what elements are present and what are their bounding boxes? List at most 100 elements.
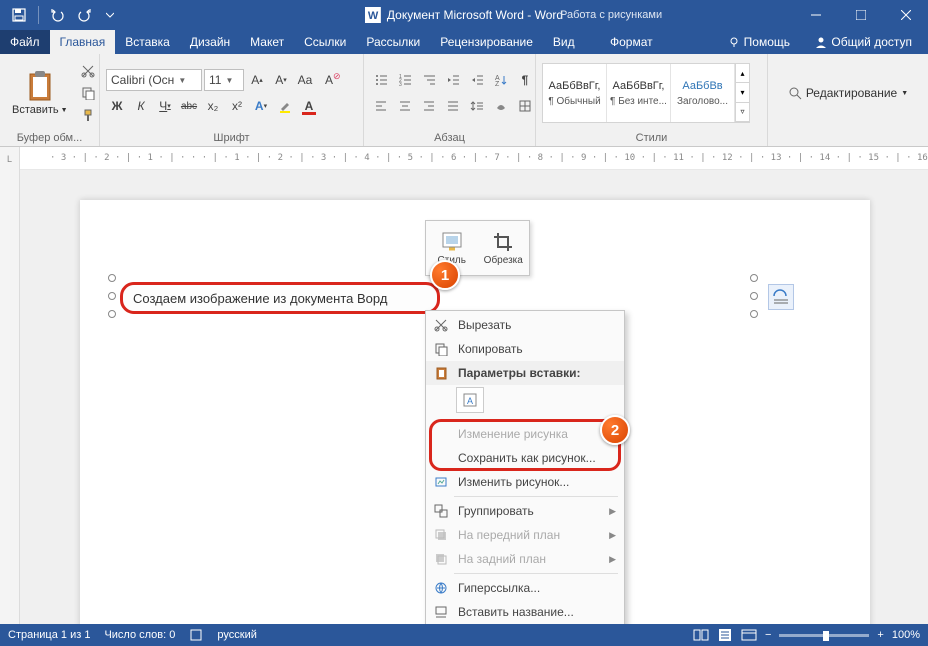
svg-text:Z: Z	[495, 81, 500, 87]
handle-br[interactable]	[750, 310, 758, 318]
font-name-combo[interactable]: Calibri (Осн▼	[106, 69, 202, 91]
align-left-button[interactable]	[370, 95, 392, 117]
zoom-slider[interactable]	[779, 634, 869, 637]
style-normal[interactable]: АаБбВвГг,¶ Обычный	[543, 64, 607, 122]
styles-gallery[interactable]: АаБбВвГг,¶ Обычный АаБбВвГг,¶ Без инте..…	[542, 63, 750, 123]
multilevel-button[interactable]	[418, 69, 440, 91]
highlight-button[interactable]	[274, 95, 296, 117]
save-button[interactable]	[8, 4, 30, 26]
tab-file[interactable]: Файл	[0, 30, 50, 54]
styles-expand[interactable]: ▴▾▿	[735, 64, 749, 122]
zoom-level[interactable]: 100%	[892, 629, 920, 641]
decrease-indent-button[interactable]	[442, 69, 464, 91]
tab-home[interactable]: Главная	[50, 30, 116, 54]
change-case-button[interactable]: Aa	[294, 69, 316, 91]
ctx-group[interactable]: Группировать▶	[426, 499, 624, 523]
zoom-in-button[interactable]: +	[877, 629, 883, 641]
tab-layout[interactable]: Макет	[240, 30, 294, 54]
tab-references[interactable]: Ссылки	[294, 30, 356, 54]
grow-font-button[interactable]: A▴	[246, 69, 268, 91]
tab-format[interactable]: Формат	[600, 30, 663, 54]
qat-customize-button[interactable]	[99, 4, 121, 26]
ruler-vertical[interactable]	[0, 170, 20, 624]
text-effects-button[interactable]: A▾	[250, 95, 272, 117]
group-editing: Редактирование ▼	[768, 54, 928, 146]
ctx-paste-picture[interactable]: A	[456, 387, 484, 413]
web-layout-button[interactable]	[741, 628, 757, 642]
ctx-cut[interactable]: Вырезать	[426, 313, 624, 337]
bold-button[interactable]: Ж	[106, 95, 128, 117]
format-painter-button[interactable]	[78, 105, 98, 125]
status-page[interactable]: Страница 1 из 1	[8, 629, 90, 641]
ctx-insert-caption[interactable]: Вставить название...	[426, 600, 624, 624]
handle-ml[interactable]	[108, 292, 116, 300]
style-heading[interactable]: АаБбВвЗаголово...	[671, 64, 735, 122]
title-text: Документ Microsoft Word - Word	[387, 8, 563, 22]
shrink-font-button[interactable]: A▾	[270, 69, 292, 91]
status-words[interactable]: Число слов: 0	[104, 629, 175, 641]
editing-dropdown[interactable]: Редактирование ▼	[780, 82, 916, 104]
cut-button[interactable]	[78, 61, 98, 81]
bring-front-icon	[434, 528, 448, 542]
tell-me-button[interactable]: Помощь	[720, 30, 798, 54]
clipboard-icon	[25, 70, 55, 102]
undo-button[interactable]	[47, 4, 69, 26]
ctx-change-image[interactable]: Изменить рисунок...	[426, 470, 624, 494]
font-color-button[interactable]: A	[298, 95, 320, 117]
close-button[interactable]	[883, 0, 928, 29]
change-picture-icon	[434, 475, 448, 489]
status-language[interactable]: русский	[217, 629, 256, 641]
handle-mr[interactable]	[750, 292, 758, 300]
sort-button[interactable]: AZ	[490, 69, 512, 91]
spellcheck-icon[interactable]	[189, 628, 203, 642]
borders-button[interactable]	[514, 95, 536, 117]
copy-button[interactable]	[78, 83, 98, 103]
show-marks-button[interactable]: ¶	[514, 69, 536, 91]
strike-button[interactable]: abc	[178, 95, 200, 117]
shading-button[interactable]	[490, 95, 512, 117]
copy-icon	[434, 342, 448, 356]
tab-mailings[interactable]: Рассылки	[356, 30, 430, 54]
mini-crop-button[interactable]: Обрезка	[478, 221, 530, 275]
scissors-icon	[434, 318, 448, 332]
handle-tl[interactable]	[108, 274, 116, 282]
subscript-button[interactable]: x₂	[202, 95, 224, 117]
person-icon	[815, 36, 827, 48]
tab-review[interactable]: Рецензирование	[430, 30, 543, 54]
redo-button[interactable]	[73, 4, 95, 26]
numbering-button[interactable]: 123	[394, 69, 416, 91]
maximize-button[interactable]	[838, 0, 883, 29]
search-icon	[788, 86, 802, 100]
font-size-combo[interactable]: 11▼	[204, 69, 244, 91]
read-mode-button[interactable]	[693, 628, 709, 642]
group-paragraph-label: Абзац	[364, 132, 535, 146]
underline-button[interactable]: Ч▾	[154, 95, 176, 117]
ruler-corner[interactable]: L	[0, 147, 20, 170]
handle-bl[interactable]	[108, 310, 116, 318]
increase-indent-button[interactable]	[466, 69, 488, 91]
tab-design[interactable]: Дизайн	[180, 30, 240, 54]
zoom-out-button[interactable]: −	[765, 629, 771, 641]
minimize-button[interactable]	[793, 0, 838, 29]
handle-tr[interactable]	[750, 274, 758, 282]
tab-insert[interactable]: Вставка	[115, 30, 180, 54]
justify-button[interactable]	[442, 95, 464, 117]
print-layout-button[interactable]	[717, 628, 733, 642]
tab-view[interactable]: Вид	[543, 30, 585, 54]
bullets-button[interactable]	[370, 69, 392, 91]
ctx-hyperlink[interactable]: Гиперссылка...	[426, 576, 624, 600]
align-right-button[interactable]	[418, 95, 440, 117]
group-font: Calibri (Осн▼ 11▼ A▴ A▾ Aa A⊘ Ж К Ч▾ abc…	[100, 54, 364, 146]
ctx-copy[interactable]: Копировать	[426, 337, 624, 361]
layout-options-button[interactable]	[768, 284, 794, 310]
share-button[interactable]: Общий доступ	[807, 30, 920, 54]
paste-button[interactable]: Вставить▼	[6, 68, 74, 118]
align-center-button[interactable]	[394, 95, 416, 117]
italic-button[interactable]: К	[130, 95, 152, 117]
style-nospacing[interactable]: АаБбВвГг,¶ Без инте...	[607, 64, 671, 122]
ruler-horizontal[interactable]: L · 3 · | · 2 · | · 1 · | · · · | · 1 · …	[0, 147, 928, 170]
ctx-paste-options: A	[426, 385, 624, 417]
line-spacing-button[interactable]	[466, 95, 488, 117]
superscript-button[interactable]: x²	[226, 95, 248, 117]
clear-format-button[interactable]: A⊘	[318, 69, 340, 91]
